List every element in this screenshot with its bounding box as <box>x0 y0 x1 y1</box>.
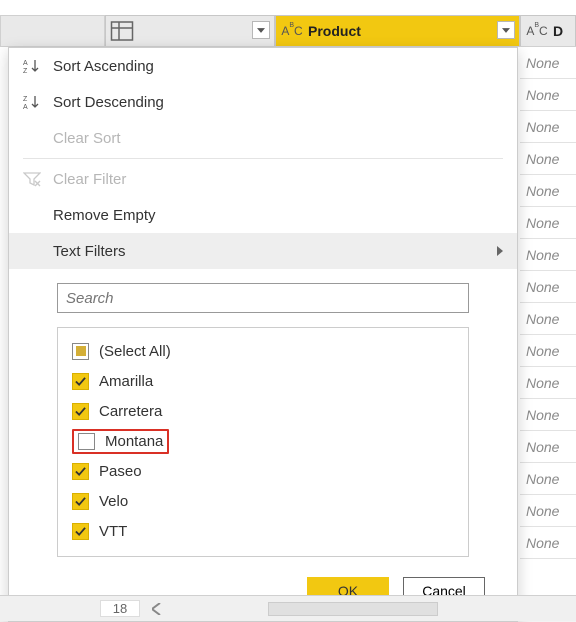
data-column: NoneNoneNoneNoneNoneNoneNoneNoneNoneNone… <box>520 47 576 559</box>
menu-label: Clear Filter <box>53 171 126 188</box>
clear-filter-icon <box>23 171 53 187</box>
data-cell[interactable]: None <box>520 335 576 367</box>
search-wrap <box>9 269 517 319</box>
column-header-next[interactable]: ABC D <box>520 15 576 46</box>
sort-desc-icon: ZA <box>23 94 53 110</box>
data-cell[interactable]: None <box>520 239 576 271</box>
checkbox-checked-icon[interactable] <box>72 403 89 420</box>
data-cell[interactable]: None <box>520 47 576 79</box>
menu-label: Sort Descending <box>53 94 164 111</box>
data-cell[interactable]: None <box>520 175 576 207</box>
column-dropdown-icon[interactable] <box>252 21 270 39</box>
checkbox-checked-icon[interactable] <box>72 523 89 540</box>
sort-asc-icon: AZ <box>23 58 53 74</box>
remove-empty-item[interactable]: Remove Empty <box>9 197 517 233</box>
clear-sort-item: Clear Sort <box>9 120 517 156</box>
select-all-row[interactable]: (Select All) <box>70 336 456 366</box>
scroll-left-icon[interactable] <box>146 598 168 620</box>
filter-value-row[interactable]: Montana <box>70 426 456 456</box>
checkbox-unchecked-icon[interactable] <box>78 433 95 450</box>
svg-text:Z: Z <box>23 96 28 103</box>
column-headers: ABC Product ABC D <box>0 15 576 47</box>
filter-value-row[interactable]: Velo <box>70 486 456 516</box>
filter-value-label: Montana <box>105 433 163 450</box>
clear-filter-item: Clear Filter <box>9 161 517 197</box>
filter-value-row[interactable]: Paseo <box>70 456 456 486</box>
column-header-label: D <box>553 23 563 39</box>
filter-value-label: Amarilla <box>99 373 153 390</box>
data-cell[interactable]: None <box>520 111 576 143</box>
search-input[interactable] <box>57 283 469 313</box>
column-header-product[interactable]: ABC Product <box>275 15 520 46</box>
column-dropdown-icon[interactable] <box>497 21 515 39</box>
svg-text:Z: Z <box>23 68 28 74</box>
data-cell[interactable]: None <box>520 367 576 399</box>
filter-popup: AZ Sort Ascending ZA Sort Descending Cle… <box>8 47 518 622</box>
text-type-icon: ABC <box>525 24 549 38</box>
filter-value-label: Velo <box>99 493 128 510</box>
table-icon <box>110 19 134 43</box>
row-number: 18 <box>100 600 140 617</box>
sort-descending-item[interactable]: ZA Sort Descending <box>9 84 517 120</box>
filter-value-label: (Select All) <box>99 343 171 360</box>
menu-label: Remove Empty <box>53 207 156 224</box>
highlighted-filter-row: Montana <box>72 429 169 454</box>
filter-value-label: Carretera <box>99 403 162 420</box>
filter-value-row[interactable]: Carretera <box>70 396 456 426</box>
data-cell[interactable]: None <box>520 431 576 463</box>
text-type-icon: ABC <box>280 24 304 38</box>
bottom-strip: 18 <box>0 595 576 621</box>
data-cell[interactable]: None <box>520 79 576 111</box>
filter-value-label: Paseo <box>99 463 142 480</box>
checkbox-checked-icon[interactable] <box>72 463 89 480</box>
horizontal-scrollbar[interactable] <box>268 602 438 616</box>
data-cell[interactable]: None <box>520 527 576 559</box>
filter-value-row[interactable]: VTT <box>70 516 456 546</box>
svg-text:A: A <box>23 60 28 67</box>
data-cell[interactable]: None <box>520 399 576 431</box>
row-header-gutter <box>0 15 105 46</box>
data-cell[interactable]: None <box>520 143 576 175</box>
data-cell[interactable]: None <box>520 303 576 335</box>
filter-value-row[interactable]: Amarilla <box>70 366 456 396</box>
menu-label: Sort Ascending <box>53 58 154 75</box>
column-header-label: Product <box>308 23 361 39</box>
data-cell[interactable]: None <box>520 271 576 303</box>
chevron-right-icon <box>497 243 503 259</box>
checkbox-indeterminate-icon[interactable] <box>72 343 89 360</box>
menu-label: Text Filters <box>53 243 126 260</box>
menu-separator <box>23 158 503 159</box>
column-header-blank[interactable] <box>105 15 275 46</box>
sort-ascending-item[interactable]: AZ Sort Ascending <box>9 48 517 84</box>
menu-label: Clear Sort <box>53 130 121 147</box>
filter-checklist: (Select All) Amarilla Carretera Montana Pas… <box>57 327 469 557</box>
data-cell[interactable]: None <box>520 463 576 495</box>
data-cell[interactable]: None <box>520 207 576 239</box>
data-cell[interactable]: None <box>520 495 576 527</box>
checkbox-checked-icon[interactable] <box>72 373 89 390</box>
text-filters-item[interactable]: Text Filters <box>9 233 517 269</box>
filter-value-label: VTT <box>99 523 127 540</box>
checkbox-checked-icon[interactable] <box>72 493 89 510</box>
svg-text:A: A <box>23 104 28 110</box>
